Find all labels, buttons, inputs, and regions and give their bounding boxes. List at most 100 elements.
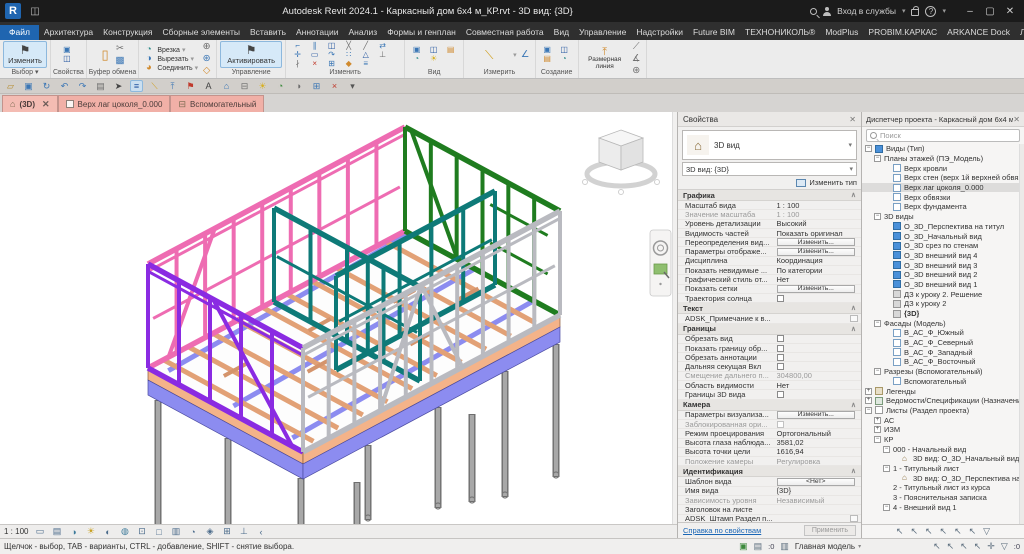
quick-dim-icon[interactable]: ⟋ xyxy=(630,41,643,53)
revit-app-icon[interactable]: R xyxy=(5,3,21,19)
section-collapse-icon[interactable]: ∧ xyxy=(851,401,856,409)
join-icon[interactable]: ⊞ xyxy=(323,59,340,68)
close-button[interactable]: ✕ xyxy=(1000,2,1020,20)
menu-caret-icon[interactable]: ▾ xyxy=(182,46,186,54)
property-checkbox[interactable] xyxy=(777,335,784,342)
ribbon-tab-управление[interactable]: Управление xyxy=(574,25,631,40)
crop-view-icon[interactable]: ⊡ xyxy=(136,526,147,537)
ribbon-tab-технониколь-[interactable]: ТЕХНОНИКОЛЬ® xyxy=(740,25,820,40)
tree-item[interactable]: O_3D_Начальный вид xyxy=(862,231,1024,241)
ribbon-tab-архитектура[interactable]: Архитектура xyxy=(39,25,98,40)
crop-region-icon[interactable]: □ xyxy=(153,527,164,537)
property-section-header[interactable]: Идентификация∧ xyxy=(678,466,861,477)
ribbon-tab-probim-каркас[interactable]: PROBIM.КАРКАС xyxy=(863,25,942,40)
render-icon[interactable]: ◍ xyxy=(119,526,130,537)
tree-item[interactable]: 2 - Титульный лист из курса xyxy=(862,483,1024,493)
property-edit-button[interactable]: Изменить... xyxy=(777,411,855,419)
customize-icon[interactable]: ▾ xyxy=(346,80,359,92)
collapse-icon[interactable]: − xyxy=(883,465,890,472)
property-edit-button[interactable]: Изменить... xyxy=(777,248,855,256)
signin-label[interactable]: Вход в службы xyxy=(837,6,896,16)
ribbon-tab-формы-и-генплан[interactable]: Формы и генплан xyxy=(382,25,461,40)
ribbon-tab-future-bim[interactable]: Future BIM xyxy=(688,25,740,40)
linework-icon[interactable]: ◔ xyxy=(408,55,425,64)
section-collapse-icon[interactable]: ∧ xyxy=(851,467,856,475)
property-section-header[interactable]: Границы∧ xyxy=(678,324,861,335)
save-icon[interactable]: ▣ xyxy=(22,80,35,92)
ribbon-group-label[interactable]: Буфер обмена xyxy=(87,68,139,78)
apply-button[interactable]: Применить xyxy=(804,525,856,536)
property-value[interactable]: 1 : 100 xyxy=(777,201,861,210)
thin-lines-icon[interactable]: ≡ xyxy=(130,80,143,92)
worksets-icon[interactable]: ▤ xyxy=(754,541,763,552)
ribbon-tab-совместная-работа[interactable]: Совместная работа xyxy=(461,25,549,40)
property-value[interactable]: Регулировка xyxy=(777,457,861,466)
collapse-icon[interactable]: − xyxy=(883,504,890,511)
collapse-icon[interactable]: − xyxy=(874,155,881,162)
tag-icon[interactable]: ⚑ xyxy=(184,80,197,92)
property-value[interactable]: Ортогональный xyxy=(777,429,861,438)
ribbon-group-label[interactable]: Свойства xyxy=(51,68,86,78)
pin-icon[interactable]: ⊥ xyxy=(374,50,391,59)
edit-type-button[interactable]: Изменить тип xyxy=(809,178,857,187)
join-geometry-icon[interactable]: ◕ xyxy=(142,62,155,74)
switch-windows-icon[interactable]: ⊞ xyxy=(310,80,323,92)
delete-icon[interactable]: × xyxy=(306,59,323,68)
tree-item[interactable]: O_3D_Перспектива на титул xyxy=(862,222,1024,232)
tree-item[interactable]: +ИЗМ xyxy=(862,425,1024,435)
measure-caret-icon[interactable]: ▾ xyxy=(513,51,517,59)
tree-item[interactable]: O_3D внешний вид 4 xyxy=(862,251,1024,261)
search-icon[interactable] xyxy=(810,8,817,15)
tree-item[interactable]: −Виды (Тип) xyxy=(862,144,1024,154)
navbar-more-icon[interactable] xyxy=(659,283,661,285)
property-checkbox[interactable] xyxy=(777,421,784,428)
properties-help-link[interactable]: Справка по свойствам xyxy=(683,526,761,535)
collapse-icon[interactable]: − xyxy=(883,446,890,453)
property-value[interactable]: Нет xyxy=(777,381,861,390)
property-value[interactable]: 1616,94 xyxy=(777,447,861,456)
expand-icon[interactable]: + xyxy=(874,426,881,433)
property-section-header[interactable]: Камера∧ xyxy=(678,400,861,411)
main-model-label[interactable]: Главная модель xyxy=(795,542,855,551)
tree-item[interactable]: В_АС_Ф_Северный xyxy=(862,338,1024,348)
ribbon-group-label[interactable]: Измерить xyxy=(464,68,535,78)
paint-icon[interactable]: ◆ xyxy=(340,59,357,68)
drag-elements-icon[interactable]: ↖ xyxy=(954,526,962,537)
paste-icon[interactable]: ▯ xyxy=(99,49,112,61)
view-selector-combo[interactable]: 3D вид: {3D} ▾ xyxy=(682,162,857,176)
ribbon-tab-вид[interactable]: Вид xyxy=(549,25,574,40)
ribbon-tab-анализ[interactable]: Анализ xyxy=(344,25,383,40)
measure-icon[interactable]: ⟍ xyxy=(148,80,161,92)
drawing-canvas[interactable] xyxy=(0,112,677,524)
tree-item[interactable]: Верх лаг цоколя_0.000 xyxy=(862,183,1024,193)
section-collapse-icon[interactable]: ∧ xyxy=(851,191,856,199)
default-3d-icon[interactable]: ⌂ xyxy=(220,80,233,92)
select-arrow-icon[interactable]: ↖ xyxy=(896,526,904,537)
select-pinned-icon[interactable]: ↖ xyxy=(974,541,982,552)
expand-icon[interactable]: + xyxy=(865,388,872,395)
select-link-icon[interactable]: ↖ xyxy=(910,526,918,537)
tree-item[interactable]: −Фасады (Модель) xyxy=(862,318,1024,328)
property-value[interactable]: Независимый xyxy=(777,496,861,505)
property-section-header[interactable]: Графика∧ xyxy=(678,190,861,201)
browser-search-input[interactable]: Поиск xyxy=(866,129,1020,142)
ribbon-group-label[interactable]: Управление xyxy=(217,68,285,78)
property-value[interactable]: Координация xyxy=(777,256,861,265)
text-icon[interactable]: А xyxy=(202,80,215,92)
tree-item[interactable]: −Планы этажей (ПЭ_Модель) xyxy=(862,154,1024,164)
collapse-icon[interactable]: − xyxy=(865,407,872,414)
tree-item[interactable]: ДЗ к уроку 2 xyxy=(862,299,1024,309)
measure-button[interactable]: ⟍ xyxy=(467,41,511,68)
tree-item[interactable]: В_АС_Ф_Западный xyxy=(862,347,1024,357)
unpin-icon[interactable]: ∤ xyxy=(289,59,306,68)
property-checkbox[interactable] xyxy=(777,363,784,370)
dimension-button[interactable]: ⤒Размерная линия xyxy=(582,49,628,70)
print-icon[interactable]: ▤ xyxy=(94,80,107,92)
tree-item[interactable]: Верх фундамента xyxy=(862,202,1024,212)
close-hidden-icon[interactable]: × xyxy=(328,80,341,92)
scale-icon[interactable]: ▭ xyxy=(34,526,45,537)
parts-icon[interactable]: ▤ xyxy=(539,55,556,64)
signin-caret-icon[interactable]: ▾ xyxy=(902,7,906,15)
account-icon[interactable] xyxy=(823,7,831,15)
aligned-dim-icon[interactable]: ⤒ xyxy=(166,80,179,92)
